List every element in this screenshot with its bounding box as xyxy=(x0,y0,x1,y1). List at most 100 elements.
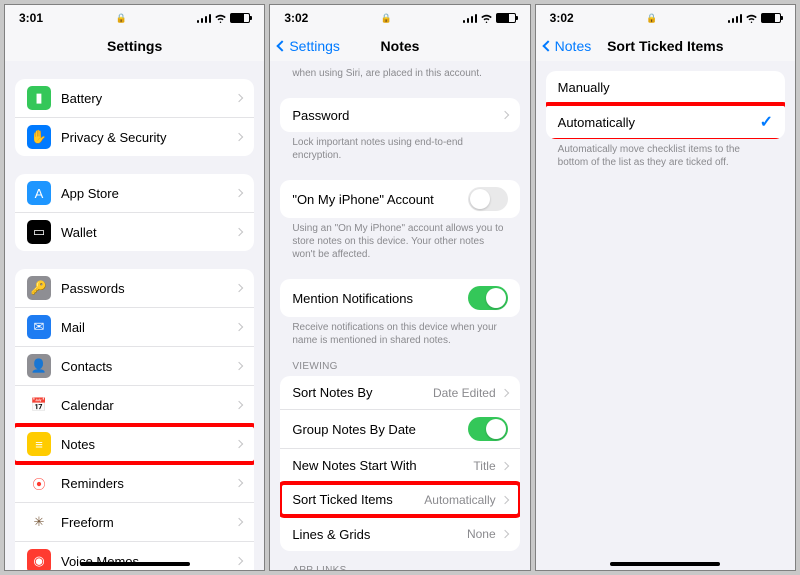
settings-row-wallet[interactable]: ▭ Wallet xyxy=(15,213,254,251)
mention-footnote: Receive notifications on this device whe… xyxy=(280,317,519,347)
row-label: Wallet xyxy=(61,225,236,240)
wallet-icon: ▭ xyxy=(27,220,51,244)
password-group: Password xyxy=(280,98,519,132)
sort-option-manually[interactable]: Manually xyxy=(546,71,785,105)
chevron-right-icon xyxy=(235,133,243,141)
mention-row[interactable]: Mention Notifications xyxy=(280,279,519,317)
wifi-icon xyxy=(480,14,493,23)
chevron-right-icon xyxy=(500,461,508,469)
check-icon: ✓ xyxy=(760,112,773,132)
row-label: Privacy & Security xyxy=(61,130,236,145)
row-label: App Store xyxy=(61,186,236,201)
chevron-right-icon xyxy=(500,111,508,119)
page-title: Sort Ticked Items xyxy=(607,38,723,54)
appstore-icon: A xyxy=(27,181,51,205)
sort-ticked-screen: 3:02 🔒 Notes Sort Ticked Items Manually Au… xyxy=(535,4,796,571)
passwords-icon: 🔑 xyxy=(27,276,51,300)
password-footnote: Lock important notes using end-to-end en… xyxy=(280,132,519,162)
view-row-group-notes-by-date[interactable]: Group Notes By Date xyxy=(280,410,519,449)
row-label: Sort Notes By xyxy=(292,385,433,400)
settings-group: ▮ Battery ✋ Privacy & Security xyxy=(15,79,254,156)
notes-icon: ≡ xyxy=(27,432,51,456)
chevron-right-icon xyxy=(235,189,243,197)
mention-toggle[interactable] xyxy=(468,286,508,310)
chevron-right-icon xyxy=(235,323,243,331)
settings-row-freeform[interactable]: ✳︎ Freeform xyxy=(15,503,254,542)
battery-icon: ▮ xyxy=(27,86,51,110)
row-label: Battery xyxy=(61,91,236,106)
status-time: 3:02 xyxy=(284,11,308,25)
settings-row-passwords[interactable]: 🔑 Passwords xyxy=(15,269,254,308)
settings-row-mail[interactable]: ✉︎Mail xyxy=(15,308,254,347)
settings-row-reminders[interactable]: ⦿ Reminders xyxy=(15,464,254,503)
notes-settings-screen: 3:02 🔒 Settings Notes when using Siri, ar… xyxy=(269,4,530,571)
row-label: Voice Memos xyxy=(61,554,236,569)
chevron-right-icon xyxy=(235,518,243,526)
reminders-icon: ⦿ xyxy=(27,471,51,495)
onmyiphone-footnote: Using an "On My iPhone" account allows y… xyxy=(280,218,519,261)
chevron-right-icon xyxy=(235,94,243,102)
settings-row-privacy-security[interactable]: ✋ Privacy & Security xyxy=(15,118,254,156)
privacy-icon: ✋ xyxy=(27,125,51,149)
mail-icon: ✉︎ xyxy=(27,315,51,339)
viewing-header: VIEWING xyxy=(280,347,519,376)
freeform-icon: ✳︎ xyxy=(27,510,51,534)
settings-screen: 3:01🔒 Settings ▮Battery✋Privacy & Securi… xyxy=(4,4,265,571)
cell-signal-icon xyxy=(197,13,211,23)
lock-icon: 🔒 xyxy=(381,13,392,24)
view-row-new-notes-start-with[interactable]: New Notes Start WithTitle xyxy=(280,449,519,483)
chevron-right-icon xyxy=(500,495,508,503)
lock-icon: 🔒 xyxy=(646,13,657,24)
home-indicator[interactable] xyxy=(610,562,720,566)
view-row-sort-ticked-items[interactable]: Sort Ticked ItemsAutomatically xyxy=(280,483,519,517)
settings-row-contacts[interactable]: 👤Contacts xyxy=(15,347,254,386)
row-label: Reminders xyxy=(61,476,236,491)
status-time: 3:02 xyxy=(550,11,574,25)
password-row[interactable]: Password xyxy=(280,98,519,132)
row-label: Automatically xyxy=(558,115,760,130)
back-button[interactable]: Notes xyxy=(544,38,592,54)
notes-settings-list[interactable]: when using Siri, are placed in this acco… xyxy=(270,61,529,570)
chevron-right-icon xyxy=(235,362,243,370)
sort-option-automatically[interactable]: Automatically✓ xyxy=(546,105,785,139)
settings-row-app-store[interactable]: A App Store xyxy=(15,174,254,213)
row-label: "On My iPhone" Account xyxy=(292,192,467,207)
applinks-header: APP LINKS xyxy=(280,551,519,570)
chevron-left-icon xyxy=(277,40,288,51)
calendar-icon: 📅 xyxy=(27,393,51,417)
settings-group: 🔑 Passwords ✉︎Mail👤Contacts📅Calendar≡Notes… xyxy=(15,269,254,570)
battery-icon xyxy=(761,13,781,23)
row-label: Freeform xyxy=(61,515,236,530)
status-bar: 3:01🔒 xyxy=(5,5,264,31)
view-row-sort-notes-by[interactable]: Sort Notes ByDate Edited xyxy=(280,376,519,410)
cell-signal-icon xyxy=(728,13,742,23)
toggle[interactable] xyxy=(468,417,508,441)
chevron-right-icon xyxy=(235,284,243,292)
lock-icon: 🔒 xyxy=(116,13,127,24)
row-value: Automatically xyxy=(424,493,495,507)
onmyiphone-row[interactable]: "On My iPhone" Account xyxy=(280,180,519,218)
back-button[interactable]: Settings xyxy=(278,38,340,54)
settings-list[interactable]: ▮ Battery ✋ Privacy & Security A App Store ▭ Wa… xyxy=(5,61,264,570)
chevron-right-icon xyxy=(500,530,508,538)
row-label: Passwords xyxy=(61,281,236,296)
view-row-lines-grids[interactable]: Lines & GridsNone xyxy=(280,517,519,551)
back-label: Notes xyxy=(555,38,592,54)
sort-footnote: Automatically move checklist items to th… xyxy=(546,139,785,169)
row-label: Manually xyxy=(558,80,773,95)
onmyiphone-toggle[interactable] xyxy=(468,187,508,211)
settings-row-battery[interactable]: ▮ Battery xyxy=(15,79,254,118)
settings-row-calendar[interactable]: 📅Calendar xyxy=(15,386,254,425)
nav-bar: Notes Sort Ticked Items xyxy=(536,31,795,61)
sort-options-list[interactable]: Manually Automatically✓ Automatically mov… xyxy=(536,61,795,570)
settings-row-notes[interactable]: ≡Notes xyxy=(15,425,254,464)
contacts-icon: 👤 xyxy=(27,354,51,378)
home-indicator[interactable] xyxy=(80,562,190,566)
cell-signal-icon xyxy=(463,13,477,23)
nav-bar: Settings Notes xyxy=(270,31,529,61)
battery-icon xyxy=(230,13,250,23)
row-label: Password xyxy=(292,108,501,123)
chevron-right-icon xyxy=(235,228,243,236)
status-bar: 3:02 🔒 xyxy=(536,5,795,31)
row-label: Lines & Grids xyxy=(292,527,467,542)
